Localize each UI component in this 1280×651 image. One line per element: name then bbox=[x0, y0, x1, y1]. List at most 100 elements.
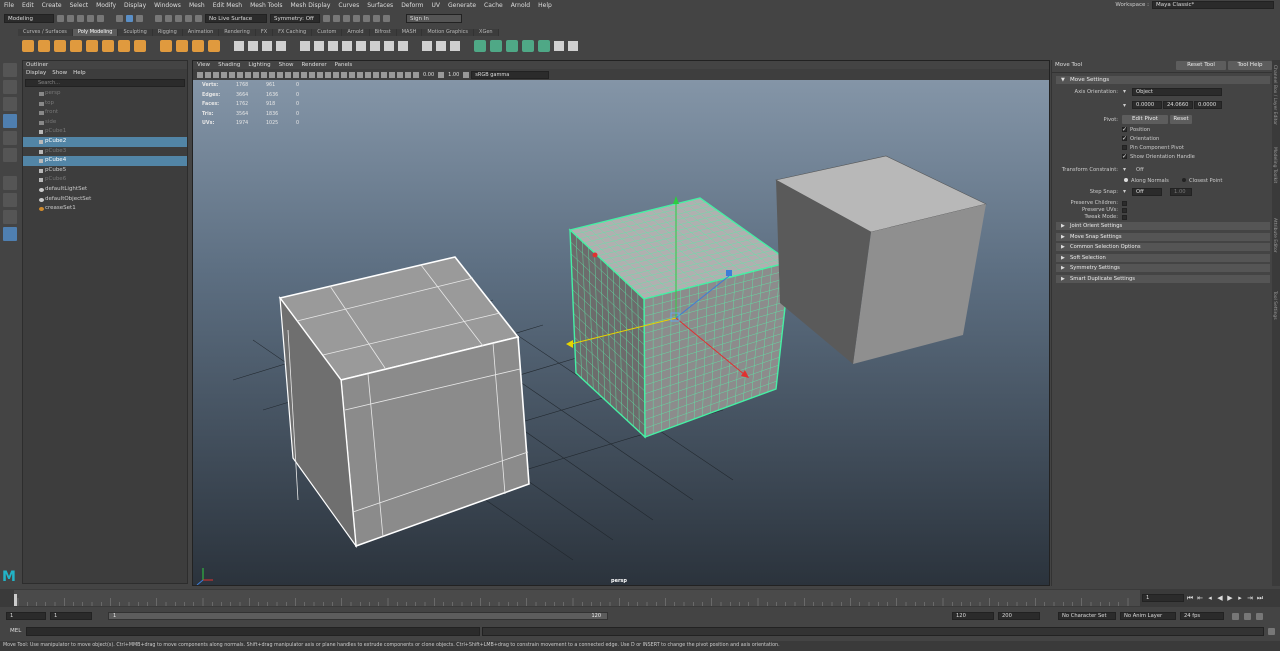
shelf-tab-arnold[interactable]: Arnold bbox=[342, 29, 370, 36]
outliner-item[interactable]: pCube4 bbox=[23, 156, 187, 166]
poly-disc-icon[interactable] bbox=[118, 40, 130, 52]
fill-hole-icon[interactable] bbox=[342, 41, 352, 51]
menu-generate[interactable]: Generate bbox=[448, 2, 476, 9]
menu-edit[interactable]: Edit bbox=[22, 2, 34, 9]
poly-text-icon[interactable] bbox=[192, 40, 204, 52]
range-start-field[interactable]: 1 bbox=[6, 612, 46, 620]
side-tab[interactable]: Modeling Toolkit bbox=[1272, 130, 1277, 200]
axis-dropdown-icon[interactable]: ▾ bbox=[1123, 88, 1126, 95]
play-forwards-icon[interactable]: ▶ bbox=[1226, 594, 1234, 602]
hypershade-icon[interactable] bbox=[373, 14, 380, 22]
tweak-mode-checkbox[interactable] bbox=[1122, 214, 1130, 221]
pivot-checkbox[interactable]: Position bbox=[1122, 125, 1195, 135]
collapsed-section[interactable]: ▶ Joint Orient Settings bbox=[1056, 222, 1270, 230]
scale-tool-icon[interactable] bbox=[3, 148, 17, 162]
pivot-checkbox[interactable]: Pin Component Pivot bbox=[1122, 144, 1195, 153]
snap-point-icon[interactable] bbox=[175, 14, 182, 22]
poly-sphere-icon[interactable] bbox=[22, 40, 34, 52]
gate-mask-icon[interactable] bbox=[269, 71, 275, 78]
step-back-frame-icon[interactable]: ◂ bbox=[1206, 594, 1214, 602]
color-management-icon[interactable] bbox=[463, 71, 470, 78]
step-snap-dropdown[interactable]: Off bbox=[1132, 188, 1162, 196]
axis-z-field[interactable]: 0.0000 bbox=[1194, 101, 1222, 109]
outliner-item[interactable]: defaultLightSet bbox=[23, 185, 187, 195]
viewport-menu-view[interactable]: View bbox=[197, 61, 210, 69]
shelf-tab-curves-surfaces[interactable]: Curves / Surfaces bbox=[18, 29, 73, 36]
multisample-aa-icon[interactable] bbox=[365, 71, 371, 78]
menu-mesh-display[interactable]: Mesh Display bbox=[291, 2, 331, 9]
paint-select-tool-icon[interactable] bbox=[3, 97, 17, 111]
safe-action-icon[interactable] bbox=[285, 71, 291, 78]
append-polygon-icon[interactable] bbox=[356, 41, 366, 51]
step-back-key-icon[interactable]: ⇤ bbox=[1196, 594, 1204, 602]
live-surface-field[interactable]: No Live Surface bbox=[205, 13, 267, 23]
auto-key-icon[interactable] bbox=[1244, 613, 1251, 620]
menu-create[interactable]: Create bbox=[42, 2, 62, 9]
offset-edge-loop-icon[interactable] bbox=[450, 41, 460, 51]
go-to-start-icon[interactable]: ⏮ bbox=[1186, 594, 1194, 602]
snap-curve-icon[interactable] bbox=[165, 14, 172, 22]
shelf-tab-mash[interactable]: MASH bbox=[396, 29, 423, 36]
shelf-tab-fx[interactable]: FX bbox=[255, 29, 274, 36]
outliner-menu-show[interactable]: Show bbox=[52, 69, 67, 77]
depth-of-field-icon[interactable] bbox=[373, 71, 379, 78]
ipr-render-icon[interactable] bbox=[353, 14, 360, 22]
poly-cube-icon[interactable] bbox=[38, 40, 50, 52]
mel-input[interactable] bbox=[26, 627, 480, 636]
axis-y-field[interactable]: 24.0660 bbox=[1163, 101, 1193, 109]
side-tab[interactable]: Attribute Editor bbox=[1272, 200, 1277, 270]
grease-pencil-icon[interactable] bbox=[237, 71, 243, 78]
shelf-tab-xgen[interactable]: XGen bbox=[474, 29, 499, 36]
step-forward-key-icon[interactable]: ⇥ bbox=[1246, 594, 1254, 602]
xray-icon[interactable] bbox=[389, 71, 395, 78]
resolution-gate-icon[interactable] bbox=[261, 71, 267, 78]
viewport-menu-lighting[interactable]: Lighting bbox=[248, 61, 270, 69]
pivot-checkbox[interactable]: Show Orientation Handle bbox=[1122, 152, 1195, 162]
field-chart-icon[interactable] bbox=[277, 71, 283, 78]
closest-point-radio[interactable]: Closest Point bbox=[1182, 178, 1222, 184]
anim-prefs-icon[interactable] bbox=[1256, 613, 1263, 620]
uv-cylindrical-icon[interactable] bbox=[506, 40, 518, 52]
reset-tool-button[interactable]: Reset Tool bbox=[1176, 61, 1226, 70]
character-set-dropdown[interactable]: No Character Set bbox=[1058, 612, 1116, 620]
menu-cache[interactable]: Cache bbox=[484, 2, 503, 9]
rotate-tool-icon[interactable] bbox=[3, 131, 17, 145]
collapsed-section[interactable]: ▶ Smart Duplicate Settings bbox=[1056, 274, 1270, 283]
outliner-menu-help[interactable]: Help bbox=[73, 69, 86, 77]
shelf-tab-poly-modeling[interactable]: Poly Modeling bbox=[72, 29, 119, 36]
shelf-tab-custom[interactable]: Custom bbox=[312, 29, 343, 36]
cut-uv-icon[interactable] bbox=[554, 41, 564, 51]
super-shape-icon[interactable] bbox=[160, 40, 172, 52]
anim-layer-dropdown[interactable]: No Anim Layer bbox=[1120, 612, 1176, 620]
uv-editor-icon[interactable] bbox=[538, 40, 550, 52]
outliner-item[interactable]: creaseSet1 bbox=[23, 204, 187, 214]
2d-pan-zoom-icon[interactable] bbox=[229, 71, 235, 78]
uv-automatic-icon[interactable] bbox=[490, 40, 502, 52]
smooth-icon[interactable] bbox=[262, 41, 272, 51]
viewport-menu-show[interactable]: Show bbox=[279, 61, 294, 69]
along-normals-radio[interactable]: Along Normals bbox=[1124, 178, 1169, 184]
outliner-item[interactable]: pCube5 bbox=[23, 166, 187, 176]
loop-icon[interactable] bbox=[1232, 613, 1239, 620]
fps-dropdown[interactable]: 24 fps bbox=[1180, 612, 1224, 620]
sign-in-button[interactable]: Sign In bbox=[406, 13, 462, 23]
viewport-menu-shading[interactable]: Shading bbox=[218, 61, 240, 69]
side-tab[interactable]: Channel Box / Layer Editor bbox=[1272, 60, 1277, 130]
uv-spherical-icon[interactable] bbox=[522, 40, 534, 52]
shelf-tab-bifrost[interactable]: Bifrost bbox=[369, 29, 397, 36]
shadows-icon[interactable] bbox=[341, 71, 347, 78]
outliner-item[interactable]: front bbox=[23, 108, 187, 118]
outliner-menu-display[interactable]: Display bbox=[26, 69, 46, 77]
target-weld-icon[interactable] bbox=[398, 41, 408, 51]
menu-windows[interactable]: Windows bbox=[154, 2, 181, 9]
safe-title-icon[interactable] bbox=[293, 71, 299, 78]
current-frame-field[interactable]: 1 bbox=[1142, 594, 1184, 602]
exposure-icon[interactable] bbox=[413, 71, 419, 78]
gamma-icon[interactable] bbox=[438, 71, 445, 78]
camera-attributes-icon[interactable] bbox=[205, 71, 211, 78]
menu-set-dropdown[interactable]: Modeling bbox=[4, 13, 54, 23]
outliner-item[interactable]: pCube3 bbox=[23, 147, 187, 157]
quick-layout-four-icon[interactable] bbox=[3, 193, 17, 207]
step-snap-amount-field[interactable]: 1.00 bbox=[1170, 188, 1192, 196]
viewport-menu-panels[interactable]: Panels bbox=[335, 61, 353, 69]
